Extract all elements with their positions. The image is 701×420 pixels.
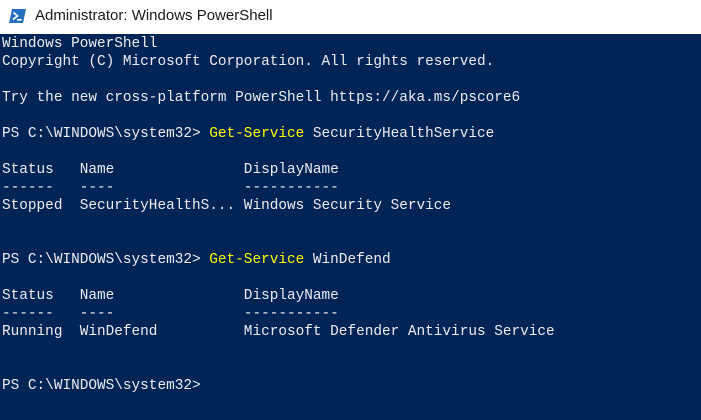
command-argument: SecurityHealthService bbox=[304, 126, 495, 142]
window-title: Administrator: Windows PowerShell bbox=[35, 7, 273, 24]
prompt: PS C:\WINDOWS\system32> bbox=[2, 252, 210, 268]
table-row: Running WinDefend Microsoft Defender Ant… bbox=[2, 324, 555, 340]
console-output[interactable]: Windows PowerShell Copyright (C) Microso… bbox=[0, 34, 701, 420]
tip-line: Try the new cross-platform PowerShell ht… bbox=[2, 90, 521, 106]
table-underline: ------ ---- ----------- bbox=[2, 306, 339, 322]
cmdlet-name: Get-Service bbox=[209, 126, 305, 142]
table-header: Status Name DisplayName bbox=[2, 288, 339, 304]
table-header: Status Name DisplayName bbox=[2, 162, 339, 178]
powershell-icon bbox=[9, 9, 26, 23]
cmdlet-name: Get-Service bbox=[209, 252, 305, 268]
prompt: PS C:\WINDOWS\system32> bbox=[2, 126, 210, 142]
table-underline: ------ ---- ----------- bbox=[2, 180, 339, 196]
table-row: Stopped SecurityHealthS... Windows Secur… bbox=[2, 198, 452, 214]
command-line: PS C:\WINDOWS\system32> Get-Service Secu… bbox=[2, 125, 494, 143]
command-line: PS C:\WINDOWS\system32> Get-Service WinD… bbox=[2, 251, 391, 269]
banner-line: Windows PowerShell bbox=[2, 36, 158, 52]
command-argument: WinDefend bbox=[304, 252, 391, 268]
powershell-window: Administrator: Windows PowerShell Window… bbox=[0, 0, 701, 420]
title-bar[interactable]: Administrator: Windows PowerShell bbox=[0, 0, 701, 34]
copyright-line: Copyright (C) Microsoft Corporation. All… bbox=[2, 54, 495, 70]
final-prompt[interactable]: PS C:\WINDOWS\system32> bbox=[2, 377, 201, 395]
